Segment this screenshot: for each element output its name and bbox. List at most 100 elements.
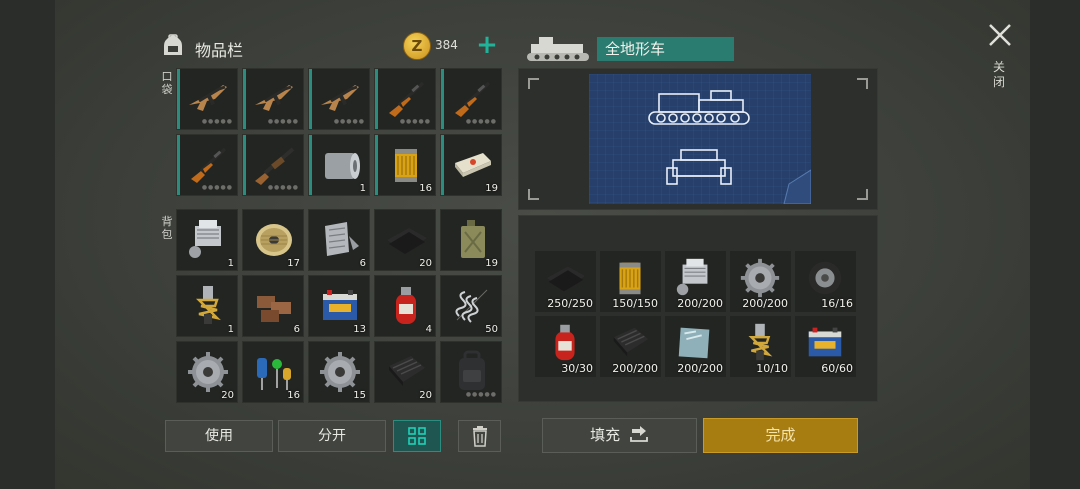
- backpack-slot[interactable]: 20: [176, 341, 238, 403]
- backpack-slot[interactable]: 50: [440, 275, 502, 337]
- item-count: 6: [359, 258, 366, 269]
- pocket-slot[interactable]: ●●●●●: [242, 134, 304, 196]
- shock-absorber-icon: [748, 323, 773, 361]
- car-battery-icon: [808, 327, 842, 357]
- requirement-count: 16/16: [821, 297, 853, 310]
- hunting-rifle-icon: [389, 81, 425, 117]
- requirements-grid: 250/250 150/150 200/200 200/200 16/16 30/30 20…: [535, 251, 856, 377]
- requirement-slot[interactable]: 30/30: [535, 316, 596, 377]
- requirement-slot[interactable]: 250/250: [535, 251, 596, 312]
- shock-absorber-icon: [195, 286, 221, 324]
- requirement-slot[interactable]: 200/200: [730, 251, 791, 312]
- frame-corner: [528, 189, 539, 200]
- inventory-title: 物品栏: [195, 41, 244, 60]
- coin-icon: Z: [403, 32, 431, 60]
- item-count: 17: [287, 258, 300, 269]
- vehicle-title: 全地形车: [597, 37, 734, 61]
- fill-button[interactable]: 填充: [542, 418, 697, 453]
- car-battery-icon: [323, 290, 357, 320]
- requirement-slot[interactable]: 200/200: [665, 251, 726, 312]
- inventory-header: 物品栏 Z 384 +: [160, 30, 505, 64]
- split-button[interactable]: 分开: [278, 420, 386, 452]
- pocket-slot[interactable]: 19: [440, 134, 502, 196]
- item-count: 1: [359, 183, 366, 194]
- coin-count: 384: [435, 38, 458, 52]
- durability-dots: ●●●●●: [267, 118, 299, 125]
- jerrycan-icon: [461, 220, 485, 258]
- pocket-label: 口袋: [161, 70, 173, 96]
- backpack-slot[interactable]: 19: [440, 209, 502, 271]
- pocket-slot[interactable]: ●●●●●: [242, 68, 304, 130]
- backpack-slot[interactable]: 1: [176, 275, 238, 337]
- pocket-slot[interactable]: 1: [308, 134, 370, 196]
- item-count: 1: [227, 324, 234, 335]
- backpack-icon: [459, 350, 485, 390]
- assault-rifle-icon: [189, 85, 227, 111]
- hunting-rifle-icon: [455, 81, 491, 117]
- trash-button[interactable]: [458, 420, 501, 452]
- requirement-slot[interactable]: 150/150: [600, 251, 661, 312]
- backpack-slot[interactable]: 17: [242, 209, 304, 271]
- electronic-parts-icon: [257, 358, 291, 390]
- backpack-slot[interactable]: 20: [374, 341, 436, 403]
- carbon-sheet-icon: [389, 356, 425, 386]
- engine-block-icon: [189, 220, 221, 258]
- close-icon[interactable]: [985, 20, 1015, 50]
- item-count: 20: [419, 258, 432, 269]
- backpack-slot[interactable]: 6: [242, 275, 304, 337]
- pocket-slot[interactable]: ●●●●●: [308, 68, 370, 130]
- pocket-grid: ●●●●● ●●●●● ●●●●● ●●●●● ●●●●● ●●●●● ●●●●● 1 16 19: [176, 68, 502, 196]
- close-label[interactable]: 关闭: [992, 60, 1006, 90]
- engine-block-icon: [676, 258, 708, 296]
- item-count: 20: [221, 390, 234, 401]
- item-count: 15: [353, 390, 366, 401]
- backpack-label: 背包: [161, 215, 173, 241]
- oil-filter-icon: [395, 149, 417, 182]
- backpack-slot[interactable]: ●●●●●: [440, 341, 502, 403]
- requirement-slot[interactable]: 200/200: [665, 316, 726, 377]
- backpack-slot[interactable]: 1: [176, 209, 238, 271]
- item-count: 16: [287, 390, 300, 401]
- vehicle-blueprint: [589, 74, 811, 204]
- metal-sheet-roll-icon: [325, 153, 360, 179]
- requirement-slot[interactable]: 16/16: [795, 251, 856, 312]
- gear-icon: [740, 258, 780, 298]
- frame-corner: [528, 78, 539, 89]
- requirement-count: 60/60: [821, 362, 853, 375]
- pocket-slot[interactable]: ●●●●●: [176, 68, 238, 130]
- backpack-slot[interactable]: 16: [242, 341, 304, 403]
- oil-filter-icon: [619, 262, 641, 295]
- backpack-slot[interactable]: 4: [374, 275, 436, 337]
- glass-panel-icon: [678, 327, 710, 359]
- backpack-slot[interactable]: 20: [374, 209, 436, 271]
- pocket-slot[interactable]: ●●●●●: [374, 68, 436, 130]
- grid-view-button[interactable]: [393, 420, 441, 452]
- durability-dots: ●●●●●: [465, 118, 497, 125]
- requirement-count: 250/250: [547, 297, 593, 310]
- metal-scrap-icon: [325, 222, 359, 256]
- pocket-slot[interactable]: ●●●●●: [440, 68, 502, 130]
- pocket-slot[interactable]: ●●●●●: [176, 134, 238, 196]
- requirement-count: 10/10: [756, 362, 788, 375]
- requirement-count: 200/200: [677, 297, 723, 310]
- gas-cylinder-icon: [396, 287, 416, 324]
- requirement-slot[interactable]: 60/60: [795, 316, 856, 377]
- wire-spool-icon: [256, 224, 292, 256]
- item-count: 50: [485, 324, 498, 335]
- requirement-slot[interactable]: 200/200: [600, 316, 661, 377]
- backpack-slot[interactable]: 15: [308, 341, 370, 403]
- backpack-slot[interactable]: 13: [308, 275, 370, 337]
- spring-icon: [455, 289, 488, 323]
- done-button[interactable]: 完成: [703, 418, 858, 453]
- frame-corner: [857, 189, 868, 200]
- backpack-slot[interactable]: 6: [308, 209, 370, 271]
- requirement-slot[interactable]: 10/10: [730, 316, 791, 377]
- add-coins-button[interactable]: +: [475, 30, 499, 60]
- use-button[interactable]: 使用: [165, 420, 273, 452]
- durability-dots: ●●●●●: [201, 184, 233, 191]
- requirement-count: 200/200: [677, 362, 723, 375]
- screen-edge-right: [1030, 0, 1080, 489]
- tank-icon: [527, 37, 589, 61]
- item-count: 6: [293, 324, 300, 335]
- pocket-slot[interactable]: 16: [374, 134, 436, 196]
